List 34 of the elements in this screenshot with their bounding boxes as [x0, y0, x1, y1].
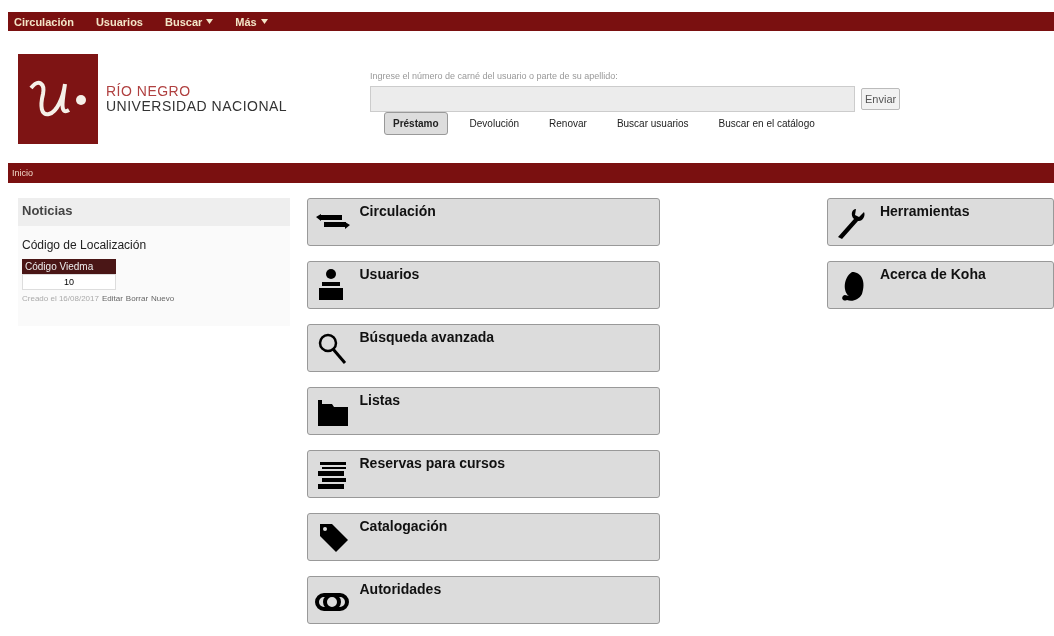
module-button[interactable]: Usuarios	[306, 261, 660, 309]
table-cell: 10	[22, 274, 116, 290]
news-link[interactable]: Nuevo	[151, 294, 175, 303]
module-button[interactable]: Listas	[306, 387, 660, 435]
nav-menu-item[interactable]: Usuarios	[95, 15, 143, 28]
caret-icon	[260, 19, 268, 24]
news-link[interactable]: Editar	[101, 294, 123, 303]
tab[interactable]: Buscar en el catálogo	[710, 113, 823, 134]
input-field[interactable]	[370, 86, 855, 112]
module-button[interactable]: Catalogación	[306, 513, 660, 561]
news-title: Código de Localización	[22, 238, 148, 252]
news-link[interactable]: Borrar	[125, 294, 149, 303]
module-button[interactable]: Acerca de Koha	[826, 261, 1054, 309]
module-button[interactable]: Herramientas	[826, 198, 1054, 246]
panel-title: Noticias	[18, 198, 290, 226]
post-date: Creado el 16/08/2017	[22, 294, 99, 303]
submit-button[interactable]: Enviar	[861, 88, 901, 110]
breadcrumb-link[interactable]: Inicio	[12, 168, 33, 178]
table-header: Código Viedma	[22, 259, 116, 274]
logo-text: UNIVERSIDAD NACIONAL	[106, 99, 288, 114]
module-button[interactable]: Búsqueda avanzada	[306, 324, 660, 372]
caret-icon	[206, 19, 214, 24]
nav-menu-item[interactable]: Buscar	[165, 15, 214, 28]
tab[interactable]: Préstamo	[384, 112, 448, 135]
nav-menu-item[interactable]: Más	[235, 15, 268, 28]
tab[interactable]: Renovar	[541, 113, 595, 134]
module-button[interactable]: Reservas para cursos	[306, 450, 660, 498]
field-label: Ingrese el número de carné del usuario o parte de su apellido:	[370, 71, 619, 81]
tab[interactable]: Devolución	[461, 113, 528, 134]
module-button[interactable]: Autoridades	[306, 576, 660, 624]
tab[interactable]: Buscar usuarios	[608, 113, 697, 134]
logo-text: RÍO NEGRO	[106, 84, 192, 99]
module-button[interactable]: Circulación	[306, 198, 660, 246]
nav-menu-item[interactable]: Circulación	[14, 15, 74, 28]
